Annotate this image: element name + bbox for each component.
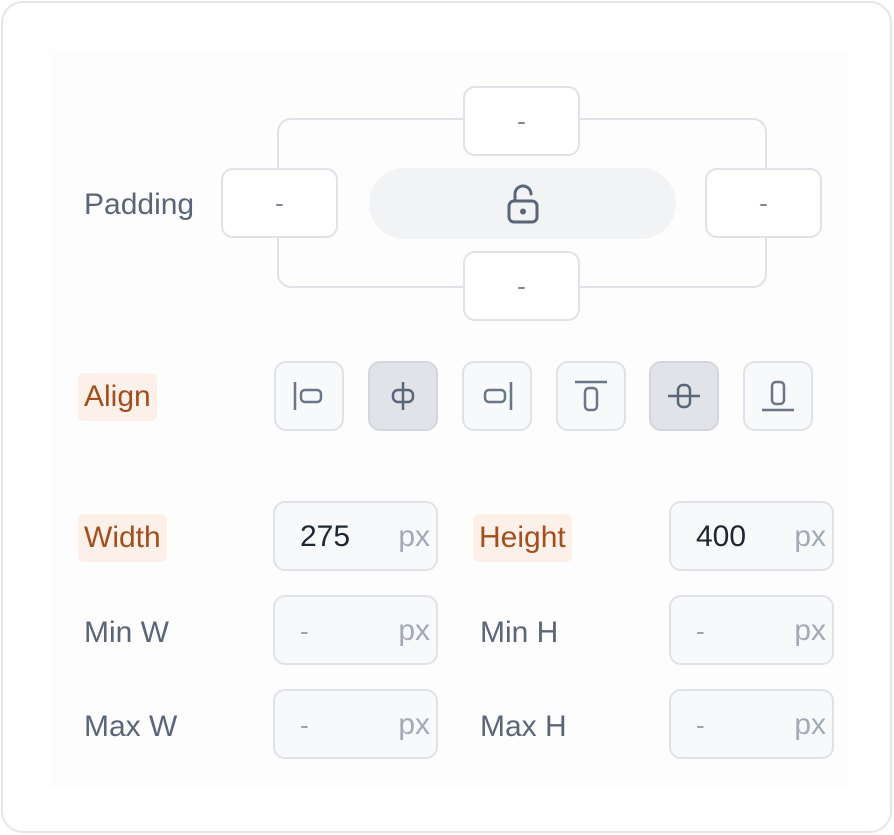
align-top-icon: [575, 380, 607, 412]
min-height-unit: px: [794, 614, 826, 647]
max-height-field[interactable]: - px: [669, 689, 834, 759]
padding-right-value: -: [759, 187, 768, 218]
align-right-icon: [483, 382, 513, 410]
min-height-field[interactable]: - px: [669, 595, 834, 665]
max-height-label: Max H: [480, 710, 567, 743]
min-width-label: Min W: [84, 616, 169, 649]
width-label: Width: [78, 514, 167, 562]
max-width-field[interactable]: - px: [273, 689, 438, 759]
unlock-icon: [507, 184, 538, 223]
min-width-field[interactable]: - px: [273, 595, 438, 665]
align-bottom-icon: [762, 380, 794, 412]
max-width-label: Max W: [84, 710, 178, 743]
align-center-horizontal-icon: [391, 382, 415, 410]
padding-lock-toggle[interactable]: [369, 168, 676, 239]
align-left-icon: [293, 382, 323, 410]
padding-left-value: -: [275, 187, 284, 218]
align-right-button[interactable]: [462, 361, 532, 431]
max-height-unit: px: [794, 708, 826, 741]
height-field[interactable]: 400 px: [669, 501, 834, 571]
min-width-value: -: [300, 616, 309, 646]
width-value: 275: [300, 520, 351, 553]
height-label: Height: [473, 514, 572, 562]
align-left-button[interactable]: [274, 361, 344, 431]
max-width-unit: px: [398, 708, 430, 741]
padding-top-input[interactable]: -: [463, 86, 580, 156]
padding-right-input[interactable]: -: [705, 168, 822, 238]
align-center-vertical-button[interactable]: [649, 361, 719, 431]
align-top-button[interactable]: [556, 361, 626, 431]
padding-left-input[interactable]: -: [221, 168, 338, 238]
layout-panel: Padding - - - - Align Width 275 px Heigh…: [1, 1, 892, 833]
width-field[interactable]: 275 px: [273, 501, 438, 571]
align-bottom-button[interactable]: [743, 361, 813, 431]
padding-bottom-input[interactable]: -: [463, 251, 580, 321]
align-center-horizontal-button[interactable]: [368, 361, 438, 431]
padding-label: Padding: [84, 188, 195, 221]
height-value: 400: [696, 520, 747, 553]
min-width-unit: px: [398, 614, 430, 647]
max-width-value: -: [300, 710, 309, 740]
height-unit: px: [794, 520, 826, 553]
min-height-value: -: [696, 616, 705, 646]
align-label: Align: [78, 373, 157, 421]
min-height-label: Min H: [480, 616, 559, 649]
align-center-vertical-icon: [668, 383, 700, 409]
width-unit: px: [398, 520, 430, 553]
padding-bottom-value: -: [517, 270, 526, 301]
padding-top-value: -: [517, 105, 526, 136]
max-height-value: -: [696, 710, 705, 740]
